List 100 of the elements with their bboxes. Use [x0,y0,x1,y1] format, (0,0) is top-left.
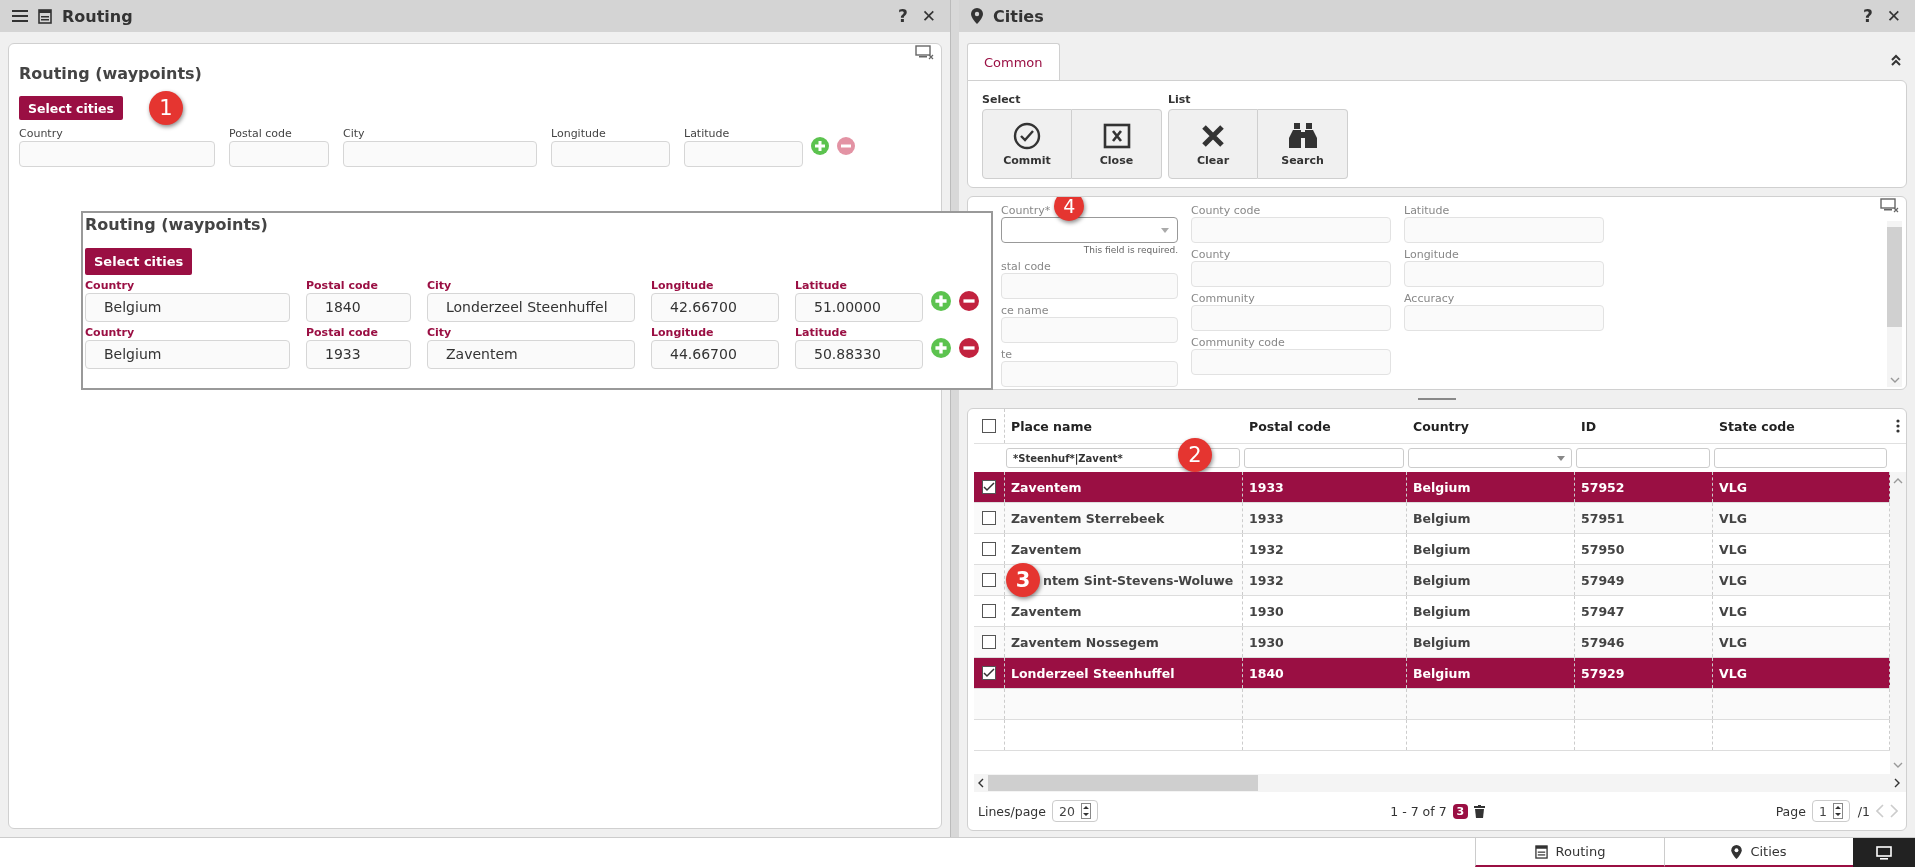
commit-button[interactable]: Commit [982,109,1072,179]
input-field[interactable] [1191,349,1391,375]
selected-count-badge: 3 [1452,803,1469,819]
filter-dropdown[interactable] [1408,448,1572,468]
collapse-icon[interactable] [1891,54,1901,66]
callout-badge: 3 [1006,563,1040,597]
check-circle-icon [1013,121,1041,150]
input-field[interactable]: 42.66700 [651,293,779,322]
input-field[interactable]: 1840 [306,293,411,322]
checkbox[interactable] [982,419,996,433]
input-field[interactable]: 50.88330 [795,340,923,369]
input-field[interactable] [1404,261,1604,287]
column-header[interactable]: Postal code [1249,418,1331,434]
table-cell: ntem Sint-Stevens-Woluwe [1043,572,1234,588]
callout-badge: 2 [1178,438,1212,472]
help-button[interactable]: ? [1860,6,1875,26]
field-label: Latitude [795,279,848,293]
chevron-left-icon[interactable] [978,778,984,788]
callout-badge: 4 [1054,197,1085,221]
input-field[interactable] [19,141,215,167]
table-row[interactable]: Zaventem Nossegem 1930 Belgium 57946 VLG [974,627,1890,658]
help-button[interactable]: ? [895,6,910,26]
checkbox[interactable] [982,635,996,649]
tab[interactable]: Common [967,43,1060,81]
column-header[interactable]: Place name [1011,418,1092,434]
checkbox[interactable] [982,480,996,494]
remove-icon[interactable] [959,291,979,311]
taskbar-tab[interactable]: Cities [1664,838,1853,867]
dropdown-field[interactable] [1001,217,1178,243]
monitor-icon[interactable] [913,44,935,60]
column-header[interactable]: ID [1581,418,1597,434]
scrollbar[interactable] [1890,472,1906,774]
page-total: /1 [1857,803,1870,819]
binoculars-icon [1287,121,1318,150]
input-field[interactable]: Londerzeel Steenhuffel [427,293,635,322]
input-field[interactable] [1404,305,1604,331]
table-row[interactable]: Zaventem Sterrebeek 1933 Belgium 57951 VLG [974,503,1890,534]
table-cell: Belgium [1413,665,1471,681]
add-icon[interactable] [931,291,951,311]
input-field[interactable]: 51.00000 [795,293,923,322]
add-icon[interactable] [931,338,951,358]
table-cell: Zaventem [1011,479,1082,495]
input-field[interactable] [343,141,537,167]
checkbox[interactable] [982,666,996,680]
input-field[interactable] [229,141,329,167]
input-field[interactable] [1191,305,1391,331]
clear-button[interactable]: Clear [1168,109,1258,179]
add-icon[interactable] [811,137,829,155]
input-field[interactable]: 44.66700 [651,340,779,369]
spinner-icon[interactable] [1080,803,1091,819]
checkbox[interactable] [982,573,996,587]
remove-icon[interactable] [959,338,979,358]
table-row[interactable]: Zaventem 1930 Belgium 57947 VLG [974,596,1890,627]
table-cell: VLG [1719,510,1747,526]
input-field[interactable] [551,141,670,167]
column-header[interactable]: State code [1719,418,1795,434]
taskbar-tab[interactable]: Routing [1475,838,1664,867]
input-field[interactable]: Belgium [85,340,290,369]
input-field[interactable] [1001,273,1178,299]
checkbox[interactable] [982,604,996,618]
table-row[interactable]: 3 ntem Sint-Stevens-Woluwe 1932 Belgium 57949 VLG [974,565,1890,596]
search-button[interactable]: Search [1258,109,1348,179]
more-icon[interactable] [1896,419,1900,433]
page-field[interactable]: 1 [1811,800,1850,822]
input-field[interactable] [1001,317,1178,343]
checkbox[interactable] [982,511,996,525]
horizontal-scrollbar[interactable] [974,774,1906,792]
table-row[interactable]: Londerzeel Steenhuffel 1840 Belgium 57929 VLG [974,658,1890,689]
monitor-icon[interactable] [1878,197,1900,213]
table-cell: Zaventem [1011,603,1082,619]
desktop-button[interactable] [1853,838,1915,867]
filter-field[interactable] [1714,448,1887,468]
chevron-right-icon[interactable] [1894,778,1900,788]
input-field[interactable]: Belgium [85,293,290,322]
table-row[interactable]: Zaventem 1932 Belgium 57950 VLG [974,534,1890,565]
input-field[interactable]: 1933 [306,340,411,369]
table-row[interactable]: Zaventem 1933 Belgium 57952 VLG [974,472,1890,503]
trash-icon[interactable] [1474,804,1486,818]
close-button[interactable]: Close [1072,109,1162,179]
close-button[interactable]: ✕ [919,6,938,26]
close-button[interactable]: ✕ [1884,6,1903,26]
column-header[interactable]: Country [1413,418,1469,434]
spinner-icon[interactable] [1832,803,1843,819]
input-field[interactable] [1191,217,1391,243]
scrollbar[interactable] [1887,221,1902,387]
input-field[interactable] [1404,217,1604,243]
chevron-up-icon[interactable] [1893,478,1903,484]
input-field[interactable] [1191,261,1391,287]
filter-field[interactable] [1576,448,1710,468]
input-field[interactable]: Zaventem [427,340,635,369]
lines-per-page-field[interactable]: 20 [1052,800,1098,822]
filter-field[interactable] [1244,448,1404,468]
chevron-down-icon[interactable] [1889,377,1900,383]
input-field[interactable] [684,141,803,167]
input-field[interactable] [1001,361,1178,387]
menu-icon[interactable] [12,9,28,23]
select-cities-button[interactable]: Select cities [19,96,123,120]
select-cities-button[interactable]: Select cities [85,248,193,275]
checkbox[interactable] [982,542,996,556]
chevron-down-icon[interactable] [1893,762,1903,768]
